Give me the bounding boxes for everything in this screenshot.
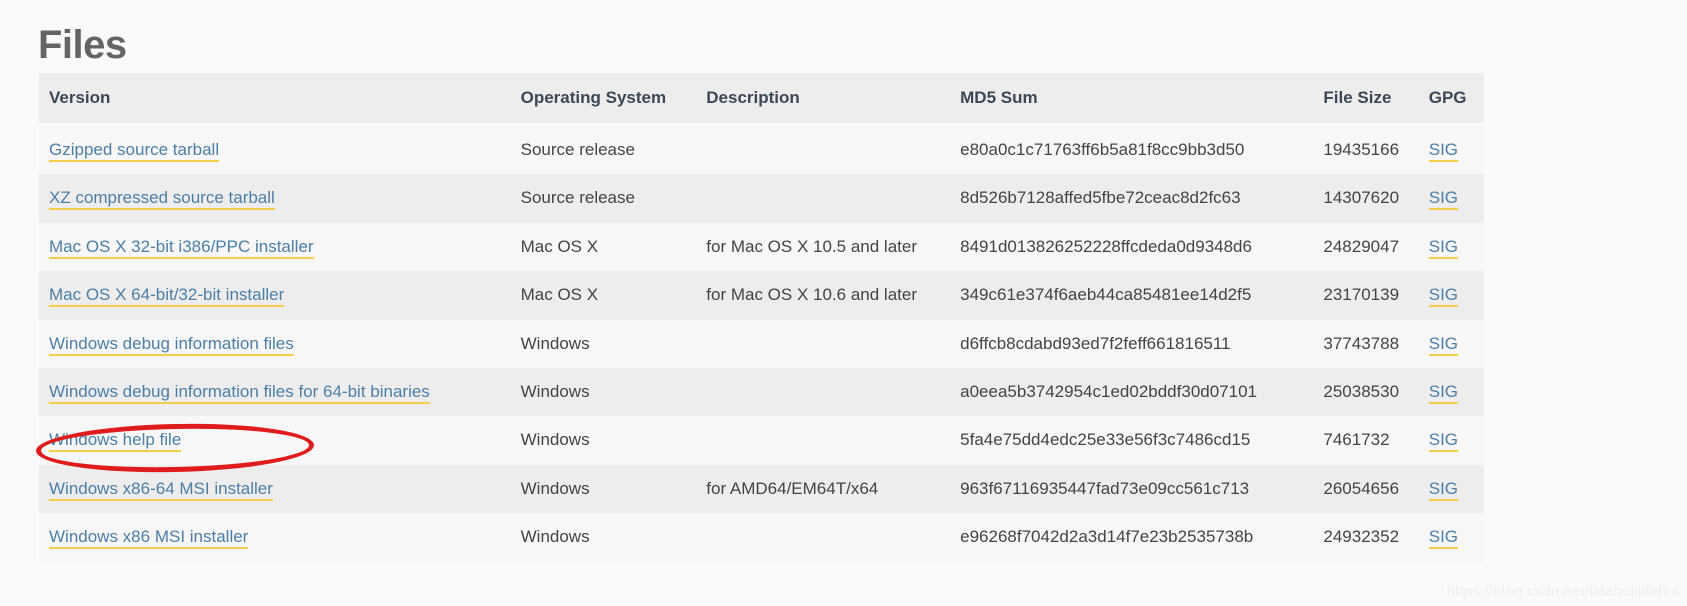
gpg-sig-link[interactable]: SIG (1428, 478, 1459, 501)
cell-file-size: 37743788 (1313, 319, 1419, 368)
column-header-os: Operating System (510, 73, 697, 126)
table-row: XZ compressed source tarball Source relea… (39, 174, 1484, 223)
version-download-link[interactable]: XZ compressed source tarball (49, 188, 275, 211)
cell-file-size: 23170139 (1313, 271, 1419, 320)
table-row: Windows help file Windows 5fa4e75dd4edc25e… (39, 416, 1484, 465)
table-header-row: Version Operating System Description MD5… (39, 73, 1484, 126)
cell-md5-sum: 349c61e374f6aeb44ca85481ee14d2f5 (950, 271, 1314, 320)
cell-gpg: SIG (1418, 513, 1484, 562)
column-header-md5: MD5 Sum (950, 73, 1314, 126)
table-row: Windows debug information files for 64-b… (39, 367, 1484, 417)
cell-description (696, 367, 951, 417)
cell-description (696, 513, 951, 562)
cell-md5-sum: 8491d013826252228ffcdeda0d9348d6 (950, 222, 1314, 272)
page-title: Files (38, 22, 127, 67)
cell-operating-system: Source release (510, 124, 697, 175)
files-table: Version Operating System Description MD5… (39, 73, 1484, 562)
version-download-link[interactable]: Mac OS X 32-bit i386/PPC installer (49, 236, 314, 259)
gpg-sig-link[interactable]: SIG (1428, 430, 1459, 453)
cell-version: Windows debug information files for 64-b… (39, 367, 511, 417)
cell-file-size: 14307620 (1313, 174, 1419, 223)
gpg-sig-link[interactable]: SIG (1428, 333, 1459, 356)
cell-operating-system: Mac OS X (510, 271, 697, 320)
cell-md5-sum: e80a0c1c71763ff6b5a81f8cc9bb3d50 (950, 124, 1314, 175)
gpg-sig-link[interactable]: SIG (1428, 236, 1459, 259)
cell-version: Mac OS X 64-bit/32-bit installer (39, 271, 511, 320)
cell-description (696, 319, 951, 368)
cell-gpg: SIG (1418, 319, 1484, 368)
cell-gpg: SIG (1418, 124, 1484, 175)
cell-file-size: 25038530 (1313, 367, 1419, 417)
cell-md5-sum: 5fa4e75dd4edc25e33e56f3c7486cd15 (950, 416, 1314, 465)
version-download-link[interactable]: Windows help file (49, 430, 182, 453)
cell-version: XZ compressed source tarball (39, 174, 511, 223)
version-download-link[interactable]: Gzipped source tarball (49, 140, 220, 162)
cell-gpg: SIG (1418, 464, 1484, 514)
gpg-sig-link[interactable]: SIG (1428, 381, 1459, 404)
cell-operating-system: Windows (510, 319, 697, 368)
version-download-link[interactable]: Windows x86 MSI installer (49, 527, 249, 550)
cell-gpg: SIG (1418, 416, 1484, 465)
column-header-filesize: File Size (1313, 73, 1419, 126)
cell-file-size: 7461732 (1313, 416, 1419, 465)
cell-version: Windows x86-64 MSI installer (39, 464, 511, 514)
cell-operating-system: Windows (510, 367, 697, 417)
cell-version: Windows help file (39, 416, 511, 465)
cell-version: Gzipped source tarball (39, 124, 511, 175)
cell-md5-sum: a0eea5b3742954c1ed02bddf30d07101 (950, 367, 1314, 417)
cell-description (696, 174, 951, 223)
cell-gpg: SIG (1418, 222, 1484, 272)
cell-gpg: SIG (1418, 271, 1484, 320)
column-header-description: Description (696, 73, 951, 126)
version-download-link[interactable]: Mac OS X 64-bit/32-bit installer (49, 285, 285, 308)
cell-file-size: 24829047 (1313, 222, 1419, 272)
watermark-text: https://blog.csdn.net/lidahuilidahui (1446, 583, 1679, 600)
cell-file-size: 19435166 (1313, 124, 1419, 175)
cell-md5-sum: 8d526b7128affed5fbe72ceac8d2fc63 (950, 174, 1314, 223)
cell-version: Windows debug information files (39, 319, 511, 368)
cell-operating-system: Windows (510, 464, 697, 514)
version-download-link[interactable]: Windows debug information files (49, 333, 294, 356)
cell-md5-sum: d6ffcb8cdabd93ed7f2feff661816511 (950, 319, 1314, 368)
cell-operating-system: Windows (510, 513, 697, 562)
cell-version: Mac OS X 32-bit i386/PPC installer (39, 222, 511, 272)
cell-description: for Mac OS X 10.5 and later (696, 222, 951, 272)
files-table-head: Version Operating System Description MD5… (39, 73, 1484, 126)
column-header-gpg: GPG (1418, 73, 1484, 126)
cell-md5-sum: e96268f7042d2a3d14f7e23b2535738b (950, 513, 1314, 562)
table-row: Mac OS X 64-bit/32-bit installer Mac OS X… (39, 271, 1484, 320)
cell-operating-system: Windows (510, 416, 697, 465)
gpg-sig-link[interactable]: SIG (1428, 285, 1459, 308)
files-table-body: Gzipped source tarball Source release e80a… (39, 124, 1484, 562)
table-row: Windows x86 MSI installer Windows e96268f7… (39, 513, 1484, 562)
cell-md5-sum: 963f67116935447fad73e09cc561c713 (950, 464, 1314, 514)
cell-file-size: 26054656 (1313, 464, 1419, 514)
cell-gpg: SIG (1418, 367, 1484, 417)
gpg-sig-link[interactable]: SIG (1428, 527, 1459, 550)
cell-description: for Mac OS X 10.6 and later (696, 271, 951, 320)
files-table-container: Version Operating System Description MD5… (39, 73, 1484, 562)
files-page: Files Version Operating System Descripti… (0, 0, 1687, 606)
cell-operating-system: Source release (510, 174, 697, 223)
cell-operating-system: Mac OS X (510, 222, 697, 272)
table-row: Windows x86-64 MSI installer Windows for A… (39, 464, 1484, 514)
version-download-link[interactable]: Windows debug information files for 64-b… (49, 381, 430, 404)
version-download-link[interactable]: Windows x86-64 MSI installer (49, 478, 273, 501)
cell-version: Windows x86 MSI installer (39, 513, 511, 562)
table-row: Windows debug information files Windows d6… (39, 319, 1484, 368)
gpg-sig-link[interactable]: SIG (1428, 188, 1459, 211)
cell-description (696, 416, 951, 465)
table-row: Gzipped source tarball Source release e80a… (39, 124, 1484, 175)
cell-gpg: SIG (1418, 174, 1484, 223)
cell-file-size: 24932352 (1313, 513, 1419, 562)
table-row: Mac OS X 32-bit i386/PPC installer Mac OS… (39, 222, 1484, 272)
cell-description: for AMD64/EM64T/x64 (696, 464, 951, 514)
gpg-sig-link[interactable]: SIG (1428, 140, 1459, 162)
column-header-version: Version (39, 73, 511, 126)
cell-description (696, 124, 951, 175)
